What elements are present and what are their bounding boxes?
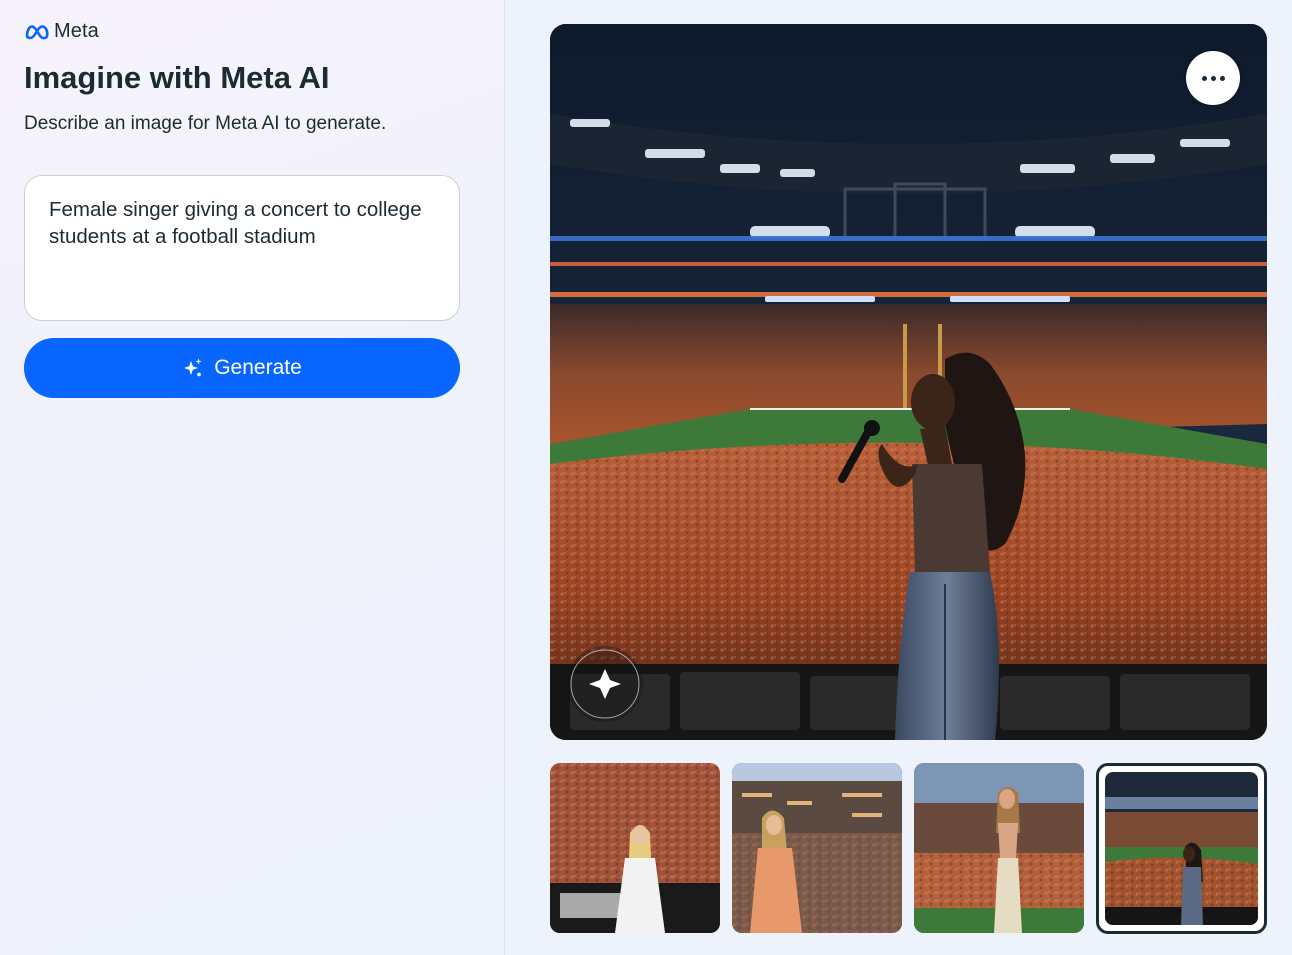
sparkle-icon [184, 358, 202, 377]
imagined-with-ai-watermark [567, 646, 643, 722]
stadium-concert-image [550, 24, 1267, 740]
thumbnail-3[interactable] [914, 763, 1084, 933]
thumbnail-1[interactable] [550, 763, 720, 933]
more-options-button[interactable] [1186, 51, 1240, 105]
prompt-input[interactable]: Female singer giving a concert to colleg… [24, 175, 460, 321]
brand[interactable]: Meta [24, 20, 99, 43]
page-title: Imagine with Meta AI [24, 60, 330, 95]
generate-button-label: Generate [214, 356, 302, 379]
thumbnail-2-image [732, 763, 902, 933]
left-panel: Meta Imagine with Meta AI Describe an im… [0, 0, 505, 955]
generate-button[interactable]: Generate [24, 338, 460, 398]
thumbnail-4 [1105, 772, 1258, 925]
brand-name: Meta [54, 20, 99, 42]
meta-logo-icon [25, 24, 49, 39]
thumbnail-1-image [550, 763, 720, 933]
page-subtitle: Describe an image for Meta AI to generat… [24, 113, 387, 134]
thumbnail-4-selected[interactable] [1096, 763, 1267, 934]
thumbnail-2[interactable] [732, 763, 902, 933]
thumbnail-4-image [1105, 772, 1258, 925]
thumbnail-3-image [914, 763, 1084, 933]
more-options-icon [1201, 75, 1225, 81]
main-generated-image[interactable] [550, 24, 1267, 740]
